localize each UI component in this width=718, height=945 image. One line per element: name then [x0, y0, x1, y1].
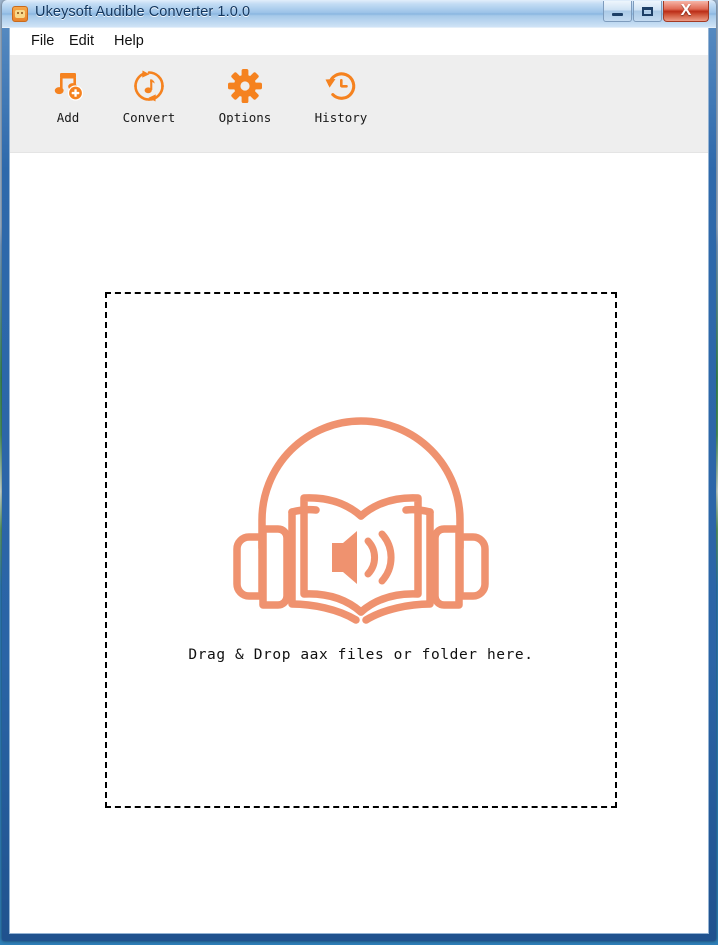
title-bar[interactable]: Ukeysoft Audible Converter 1.0.0 X	[2, 0, 716, 28]
drop-zone[interactable]: Drag & Drop aax files or folder here.	[105, 292, 617, 808]
close-icon: X	[664, 1, 708, 21]
close-button[interactable]: X	[663, 1, 709, 22]
minimize-button[interactable]	[603, 1, 632, 22]
drop-zone-text: Drag & Drop aax files or folder here.	[188, 647, 534, 663]
client-area: File Edit Help Add Convert Options Histo…	[9, 28, 709, 934]
toolbar-button-add[interactable]: Add	[25, 64, 111, 142]
application-window: Ukeysoft Audible Converter 1.0.0 X File …	[2, 0, 716, 941]
main-content: Drag & Drop aax files or folder here.	[10, 153, 708, 933]
toolbar-button-history[interactable]: History	[298, 64, 384, 142]
gear-icon	[202, 64, 288, 108]
app-robot-icon	[12, 6, 28, 22]
window-title: Ukeysoft Audible Converter 1.0.0	[35, 4, 251, 20]
menu-item-edit[interactable]: Edit	[64, 32, 99, 50]
window-frame-bottom	[2, 934, 716, 941]
convert-refresh-music-icon	[106, 64, 192, 108]
toolbar-label-add: Add	[56, 110, 80, 125]
app-icon-eye-right	[21, 12, 23, 14]
toolbar-label-convert: Convert	[122, 110, 176, 125]
headphones-audiobook-icon	[232, 398, 490, 633]
toolbar-button-options[interactable]: Options	[202, 64, 288, 142]
toolbar-label-options: Options	[218, 110, 272, 125]
toolbar-button-convert[interactable]: Convert	[106, 64, 192, 142]
maximize-icon	[634, 1, 661, 21]
toolbar: Add Convert Options History	[10, 55, 708, 153]
maximize-button[interactable]	[633, 1, 662, 22]
menu-item-help[interactable]: Help	[109, 32, 149, 50]
close-x-glyph: X	[680, 2, 692, 19]
toolbar-label-history: History	[314, 110, 368, 125]
music-note-add-icon	[25, 64, 111, 108]
clock-rewind-icon	[298, 64, 384, 108]
menu-bar: File Edit Help	[10, 28, 708, 56]
app-icon-eye-left	[17, 12, 19, 14]
menu-item-file[interactable]: File	[26, 32, 59, 50]
minimize-icon	[604, 1, 631, 21]
